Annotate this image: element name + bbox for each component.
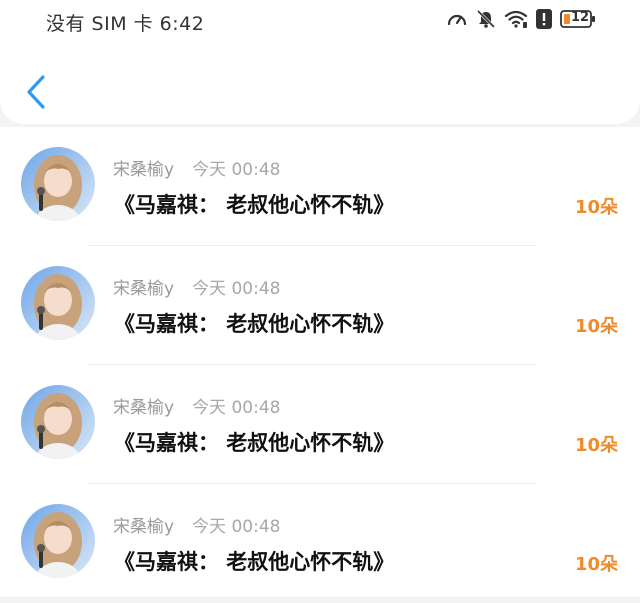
work-title[interactable]: 《马嘉祺： 老叔他心怀不轨》: [114, 308, 394, 338]
timestamp: 今天 00:48: [192, 517, 281, 537]
status-carrier-time: 没有 SIM 卡 6:42: [46, 13, 205, 35]
user-name[interactable]: 宋桑榆y: [113, 160, 174, 180]
battery-level: 12: [571, 10, 590, 25]
work-title[interactable]: 《马嘉祺： 老叔他心怀不轨》: [114, 427, 394, 457]
app-header: 没有 SIM 卡 6:42 12: [0, 0, 640, 124]
speed-icon: [446, 9, 468, 29]
item-meta: 宋桑榆y 今天 00:48: [113, 155, 280, 180]
flower-count: 10朵: [574, 435, 618, 456]
work-title[interactable]: 《马嘉祺： 老叔他心怀不轨》: [114, 546, 394, 576]
item-meta: 宋桑榆y 今天 00:48: [113, 274, 280, 299]
user-name[interactable]: 宋桑榆y: [113, 398, 174, 418]
item-meta: 宋桑榆y 今天 00:48: [113, 512, 280, 537]
user-name[interactable]: 宋桑榆y: [113, 517, 174, 537]
chevron-left-icon: [27, 75, 45, 109]
timestamp: 今天 00:48: [192, 279, 281, 299]
timestamp: 今天 00:48: [192, 160, 281, 180]
alert-icon: [536, 9, 552, 29]
list-item[interactable]: 宋桑榆y 今天 00:48 《马嘉祺： 老叔他心怀不轨》 10朵: [0, 127, 640, 246]
avatar[interactable]: [21, 266, 95, 340]
timestamp: 今天 00:48: [192, 398, 281, 418]
flower-count: 10朵: [574, 197, 618, 218]
battery-icon: 12: [560, 9, 596, 29]
mute-bell-icon: [476, 9, 496, 29]
avatar[interactable]: [21, 504, 95, 578]
reward-list: 宋桑榆y 今天 00:48 《马嘉祺： 老叔他心怀不轨》 10朵 宋桑榆y 今天…: [0, 127, 640, 597]
flower-count: 10朵: [574, 554, 618, 575]
work-title[interactable]: 《马嘉祺： 老叔他心怀不轨》: [114, 189, 394, 219]
list-item[interactable]: 宋桑榆y 今天 00:48 《马嘉祺： 老叔他心怀不轨》 10朵: [0, 365, 640, 484]
avatar[interactable]: [21, 385, 95, 459]
flower-count: 10朵: [574, 316, 618, 337]
list-item[interactable]: 宋桑榆y 今天 00:48 《马嘉祺： 老叔他心怀不轨》 10朵: [0, 246, 640, 365]
wifi-icon: [504, 9, 528, 29]
back-button[interactable]: [22, 72, 50, 112]
user-name[interactable]: 宋桑榆y: [113, 279, 174, 299]
status-icons: 12: [446, 9, 596, 29]
list-item[interactable]: 宋桑榆y 今天 00:48 《马嘉祺： 老叔他心怀不轨》 10朵: [0, 484, 640, 603]
item-meta: 宋桑榆y 今天 00:48: [113, 393, 280, 418]
avatar[interactable]: [21, 147, 95, 221]
